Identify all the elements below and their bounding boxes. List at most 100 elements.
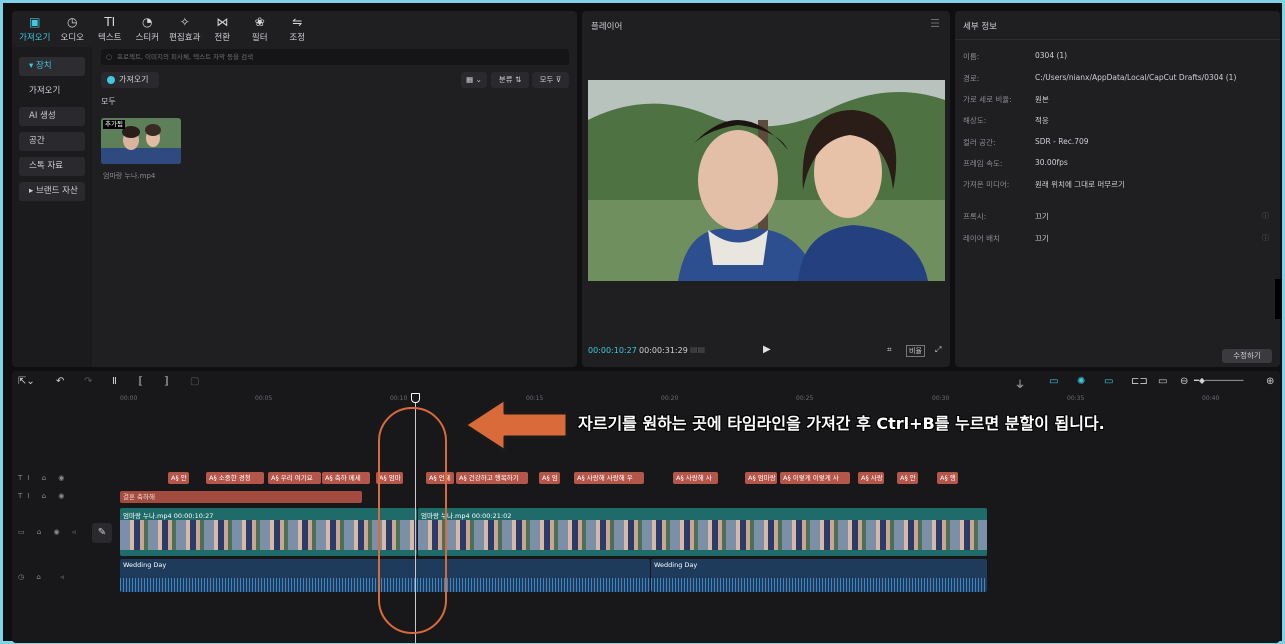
tab-text[interactable]: TI 텍스트 bbox=[91, 11, 129, 47]
current-timecode: 00:00:10:27 bbox=[588, 346, 637, 355]
video-clip[interactable]: 엄마랑 누나.mp4 00:00:10:27 bbox=[120, 508, 417, 556]
zoom-out-icon[interactable]: ⊖ bbox=[1180, 376, 1188, 387]
split-right-icon[interactable]: ⟧ bbox=[164, 376, 169, 387]
zoom-slider[interactable]: ━◆──────── bbox=[1194, 376, 1244, 385]
select-tool-icon[interactable]: ⇱⌄ bbox=[18, 376, 35, 387]
video-frame-image bbox=[588, 80, 945, 281]
text-clip[interactable]: A§ 축하 메세 bbox=[322, 472, 370, 484]
edit-cover-icon[interactable]: ✎ bbox=[92, 523, 112, 543]
nav-device[interactable]: ▾ 장치 bbox=[19, 57, 85, 76]
ruler-tick-label: 00:35 bbox=[1067, 395, 1085, 402]
filter-icon: ❀ bbox=[254, 14, 265, 29]
ruler-tick-label: 00:20 bbox=[661, 395, 679, 402]
media-thumbnail[interactable]: 추가됨 bbox=[101, 118, 181, 164]
audio-clip[interactable]: Wedding Day bbox=[651, 559, 987, 592]
link-icon[interactable]: ▭ bbox=[1049, 376, 1058, 387]
text-track-controls[interactable]: TI ⌂ ◉ bbox=[18, 474, 69, 482]
preview-axis-icon[interactable]: ▭ bbox=[1104, 376, 1113, 387]
delete-icon[interactable]: ▢ bbox=[190, 376, 199, 387]
text-clip[interactable]: A§ 사랑해 사랑해 우 bbox=[574, 472, 644, 484]
total-timecode: 00:00:31:29 bbox=[639, 346, 688, 355]
sort-button[interactable]: 분류 ⇅ bbox=[491, 72, 529, 88]
video-clip[interactable]: 엄마랑 누나.mp4 00:00:21:02 bbox=[418, 508, 987, 556]
side-edge bbox=[1275, 279, 1282, 319]
divider bbox=[955, 39, 1280, 40]
ruler-tick-label: 00:05 bbox=[255, 395, 273, 402]
tab-adjust[interactable]: ⇋ 조정 bbox=[279, 11, 317, 47]
text-clip[interactable]: A§ 우리 여기요 bbox=[268, 472, 321, 484]
edit-button[interactable]: 수정하기 bbox=[1222, 349, 1272, 363]
tab-transitions[interactable]: ⋈ 전환 bbox=[204, 11, 242, 47]
split-icon[interactable]: Ⅱ bbox=[112, 376, 117, 387]
search-input[interactable]: ○ 프로젝트, 이미지의 피사체, 텍스트 자막 등을 검색 bbox=[101, 49, 569, 65]
detail-panel: 세부 정보 이름: 0304 (1) 경로: C:/Users/nianx/AppD… bbox=[955, 11, 1280, 367]
audio-waveform bbox=[651, 578, 987, 592]
media-panel: ▣ 가져오기 ◷ 오디오 TI 텍스트 ◔ 스티커 ✧ 편집효과 ⋈ 전환 ❀ 필터 ⇋ 조정 … bbox=[12, 11, 577, 367]
media-tabs: ▣ 가져오기 ◷ 오디오 TI 텍스트 ◔ 스티커 ✧ 편집효과 ⋈ 전환 ❀ 필터 ⇋ 조정 bbox=[12, 11, 577, 47]
info-icon[interactable]: ⓘ bbox=[1262, 211, 1269, 221]
text-clip[interactable]: A§ 행 bbox=[937, 472, 958, 484]
video-clip-label: 엄마랑 누나.mp4 00:00:10:27 bbox=[123, 512, 214, 520]
added-badge: 추가됨 bbox=[103, 120, 125, 129]
ratio-button[interactable]: 비율 bbox=[906, 345, 925, 357]
text-clip[interactable]: A§ 사랑 bbox=[858, 472, 884, 484]
tab-audio[interactable]: ◷ 오디오 bbox=[54, 11, 92, 47]
audio-clip-label: Wedding Day bbox=[654, 561, 698, 569]
playhead-handle[interactable] bbox=[411, 393, 420, 403]
text-clip[interactable]: A§ 안 bbox=[168, 472, 189, 484]
tab-filters[interactable]: ❀ 필터 bbox=[241, 11, 279, 47]
text-clip[interactable]: A§ 엄마랑 bbox=[745, 472, 777, 484]
nav-ai-generate[interactable]: AI 생성 bbox=[19, 107, 85, 126]
snapshot-icon[interactable]: ⌗ bbox=[887, 345, 892, 355]
import-icon: ▣ bbox=[29, 14, 41, 29]
text-clip[interactable]: A§ 엄 bbox=[539, 472, 560, 484]
snap-icon[interactable]: ✺ bbox=[1077, 376, 1085, 387]
text-icon: TI bbox=[104, 14, 116, 29]
nav-brand-assets[interactable]: ▸ 브랜드 자산 bbox=[19, 182, 85, 201]
menu-icon[interactable]: ☰ bbox=[930, 17, 940, 30]
caption-icon[interactable]: ▭ bbox=[1158, 376, 1167, 387]
text-clip[interactable]: A§ 소중한 경청 bbox=[206, 472, 264, 484]
text-clip[interactable]: A§ 건강하고 행복하기 bbox=[456, 472, 528, 484]
fullscreen-icon[interactable]: ⤢ bbox=[935, 345, 941, 355]
import-button[interactable]: 가져오기 bbox=[101, 72, 159, 88]
tab-sticker[interactable]: ◔ 스티커 bbox=[129, 11, 167, 47]
audio-icon: ◷ bbox=[67, 14, 78, 29]
title-clip[interactable]: 결혼 축하해 bbox=[120, 491, 362, 503]
microphone-icon[interactable]: ⏚ bbox=[1015, 376, 1025, 391]
nav-stock[interactable]: 스톡 자료 bbox=[19, 157, 85, 176]
frame-grid-icon[interactable]: ▤▤ bbox=[690, 345, 705, 354]
title-track-controls[interactable]: TI ⌂ ◉ bbox=[18, 492, 69, 500]
ruler-tick-label: 00:30 bbox=[932, 395, 950, 402]
arrow-left-icon bbox=[463, 397, 569, 453]
redo-icon[interactable]: ↷ bbox=[84, 376, 92, 387]
undo-icon[interactable]: ↶ bbox=[56, 376, 64, 387]
text-clip[interactable]: A§ 이렇게 이렇게 사 bbox=[780, 472, 850, 484]
zoom-in-icon[interactable]: ⊕ bbox=[1266, 376, 1274, 387]
text-clip[interactable]: A§ 사랑해 사 bbox=[673, 472, 718, 484]
audio-track-controls[interactable]: ◷ ⌂ ◃ bbox=[18, 573, 69, 581]
video-filmstrip bbox=[418, 520, 987, 550]
tab-import[interactable]: ▣ 가져오기 bbox=[16, 11, 54, 47]
video-filmstrip bbox=[120, 520, 417, 550]
thumbnail-filename: 엄마랑 누나.mp4 bbox=[103, 172, 156, 180]
nav-space[interactable]: 공간 bbox=[19, 132, 85, 151]
play-button[interactable]: ▶ bbox=[763, 344, 771, 355]
import-dot-icon bbox=[107, 76, 115, 84]
tab-effects[interactable]: ✧ 편집효과 bbox=[166, 11, 204, 47]
filter-button[interactable]: 모두 ⊽ bbox=[532, 72, 569, 88]
detail-title: 세부 정보 bbox=[963, 22, 997, 32]
video-preview bbox=[588, 80, 945, 281]
ruler-tick-label: 00:40 bbox=[1202, 395, 1220, 402]
view-toggle-button[interactable]: ▦ ⌄ bbox=[461, 72, 487, 88]
time-ruler[interactable]: 00:00 00:05 00:10 00:15 00:20 00:25 00:3… bbox=[120, 393, 1275, 405]
all-label: 모두 bbox=[101, 97, 116, 106]
align-icon[interactable]: ⊏⊐ bbox=[1131, 376, 1148, 387]
split-left-icon[interactable]: ⟦ bbox=[138, 376, 143, 387]
ruler-tick-label: 00:10 bbox=[390, 395, 408, 402]
media-sidebar: ▾ 장치 가져오기 AI 생성 공간 스톡 자료 ▸ 브랜드 자산 bbox=[12, 47, 92, 367]
video-track-controls[interactable]: ▭ ⌂ ◉ ◃ bbox=[18, 528, 80, 536]
nav-import[interactable]: 가져오기 bbox=[19, 82, 85, 101]
info-icon[interactable]: ⓘ bbox=[1262, 233, 1269, 243]
text-clip[interactable]: A§ 안 bbox=[897, 472, 918, 484]
